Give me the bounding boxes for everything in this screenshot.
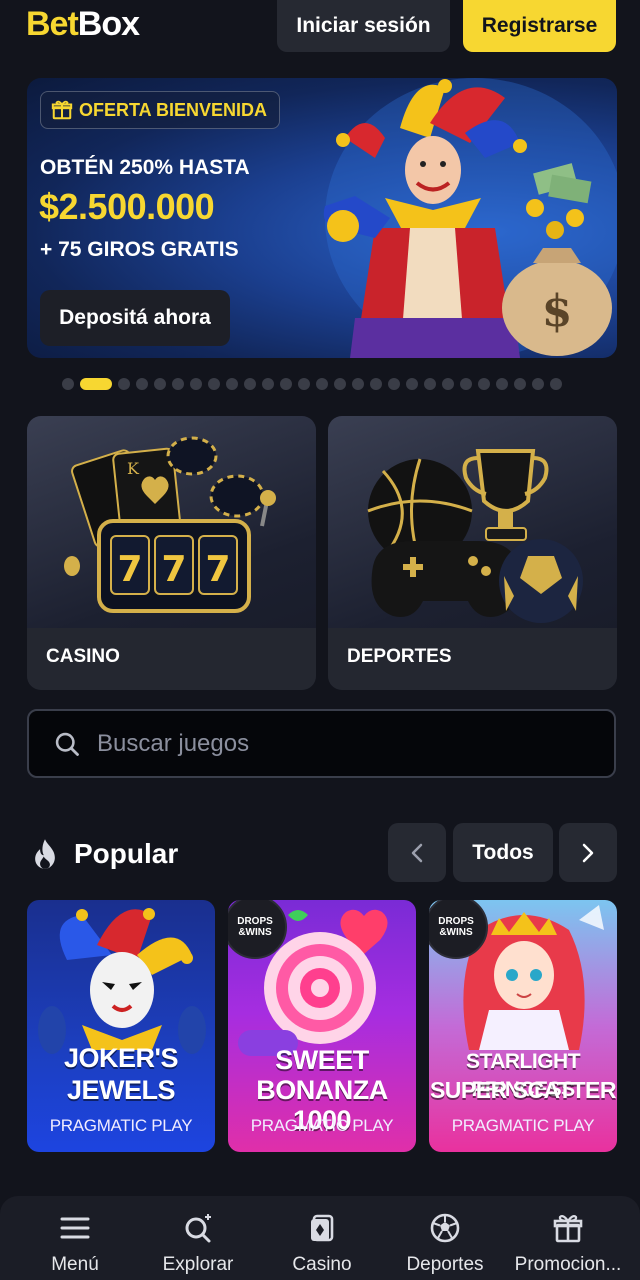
carousel-dot-active[interactable] — [80, 378, 112, 390]
nav-menu-label: Menú — [51, 1254, 99, 1275]
jester-illustration: $ — [323, 78, 617, 358]
game-tile-starlight-princess[interactable]: DROPS &WINS STARLIGHT PRINCESS SUPER SCA… — [429, 900, 617, 1152]
casino-icon — [311, 1214, 334, 1242]
carousel-dot[interactable] — [62, 378, 74, 390]
nav-menu[interactable]: Menú — [37, 1196, 113, 1280]
popular-next-button[interactable] — [559, 823, 617, 882]
drops-badge-line2: &WINS — [238, 927, 272, 938]
carousel-dot[interactable] — [118, 378, 130, 390]
top-header: BetBox Iniciar sesión Registrarse — [0, 0, 640, 52]
carousel-dot[interactable] — [424, 378, 436, 390]
popular-prev-button[interactable] — [388, 823, 446, 882]
carousel-dot[interactable] — [370, 378, 382, 390]
logo-bet: Bet — [26, 5, 79, 43]
offer-badge-label: OFERTA BIENVENIDA — [79, 99, 268, 120]
drops-badge-line1: DROPS — [438, 916, 474, 927]
carousel-dot[interactable] — [298, 378, 310, 390]
offer-amount: $2.500.000 — [39, 186, 215, 227]
carousel-dot[interactable] — [172, 378, 184, 390]
carousel-dot[interactable] — [190, 378, 202, 390]
carousel-dot[interactable] — [532, 378, 544, 390]
carousel-dot[interactable] — [280, 378, 292, 390]
game-title-line1: SWEET — [275, 1045, 369, 1075]
game-tile-sweet-bonanza-1000[interactable]: DROPS &WINS SWEET BONANZA 1000 PRAGMATIC… — [228, 900, 416, 1152]
nav-sports-label: Deportes — [406, 1254, 484, 1275]
carousel-dot[interactable] — [244, 378, 256, 390]
chevron-left-icon — [411, 843, 423, 862]
flame-icon — [35, 839, 55, 869]
sports-illustration — [367, 449, 583, 623]
game-title-line2: JEWELS — [66, 1075, 176, 1105]
search-input[interactable] — [97, 729, 577, 758]
gift-icon — [51, 100, 73, 120]
carousel-dot[interactable] — [388, 378, 400, 390]
nav-casino[interactable]: Casino — [282, 1196, 362, 1280]
offer-headline: OBTÉN 250% HASTA — [40, 156, 250, 179]
deposit-now-button[interactable]: Depositá ahora — [40, 290, 230, 346]
svg-text:K: K — [127, 459, 140, 478]
drops-badge-line2: &WINS — [439, 927, 473, 938]
sports-category-card[interactable]: DEPORTES — [328, 416, 617, 690]
login-button[interactable]: Iniciar sesión — [277, 0, 450, 52]
svg-text:7: 7 — [117, 549, 142, 590]
jokers-jewels-art — [38, 908, 206, 1054]
game-provider: PRAGMATIC PLAY — [451, 1116, 595, 1135]
soccer-ball-icon — [430, 1213, 460, 1243]
game-title-line1: JOKER'S — [64, 1043, 178, 1073]
carousel-dot[interactable] — [514, 378, 526, 390]
gift-icon — [553, 1215, 583, 1243]
game-title-line2: SUPER SCATTER — [429, 1077, 617, 1103]
logo-box: Box — [77, 5, 140, 43]
search-icon — [55, 732, 79, 756]
carousel-dot[interactable] — [154, 378, 166, 390]
carousel-dot[interactable] — [460, 378, 472, 390]
nav-casino-label: Casino — [292, 1254, 352, 1275]
sports-card-label: DEPORTES — [347, 646, 452, 667]
drops-badge-line1: DROPS — [237, 916, 273, 927]
carousel-dot[interactable] — [208, 378, 220, 390]
bottom-navigation: Menú Explorar Casino Deportes Promocion.… — [0, 1196, 640, 1280]
casino-card-label: CASINO — [46, 646, 120, 667]
nav-explore[interactable]: Explorar — [153, 1196, 243, 1280]
betbox-logo[interactable]: BetBox — [26, 2, 140, 46]
svg-text:$: $ — [542, 286, 573, 337]
game-provider: PRAGMATIC PLAY — [250, 1116, 394, 1135]
game-tile-jokers-jewels[interactable]: JOKER'S JEWELS PRAGMATIC PLAY — [27, 900, 215, 1152]
nav-sports[interactable]: Deportes — [400, 1196, 490, 1280]
register-button[interactable]: Registrarse — [463, 0, 616, 52]
nav-promotions[interactable]: Promocion... — [510, 1196, 626, 1280]
explore-icon — [185, 1214, 211, 1243]
welcome-offer-badge: OFERTA BIENVENIDA — [40, 91, 281, 129]
chevron-right-icon — [582, 843, 594, 862]
carousel-dot[interactable] — [352, 378, 364, 390]
svg-text:7: 7 — [205, 549, 230, 590]
search-bar[interactable] — [27, 709, 616, 778]
popular-section-header: Popular — [30, 832, 178, 876]
popular-title: Popular — [74, 838, 179, 869]
offer-free-spins: + 75 GIROS GRATIS — [40, 238, 239, 261]
carousel-dot[interactable] — [496, 378, 508, 390]
carousel-dot[interactable] — [334, 378, 346, 390]
carousel-dot[interactable] — [442, 378, 454, 390]
welcome-offer-banner[interactable]: $ OFERTA BIENVENIDA OBTÉN 250% HASTA $2.… — [27, 78, 617, 358]
carousel-dot[interactable] — [406, 378, 418, 390]
nav-promotions-label: Promocion... — [514, 1254, 622, 1275]
carousel-dot[interactable] — [550, 378, 562, 390]
menu-icon — [60, 1217, 90, 1239]
carousel-dot[interactable] — [478, 378, 490, 390]
game-provider: PRAGMATIC PLAY — [49, 1116, 193, 1135]
carousel-dot[interactable] — [226, 378, 238, 390]
carousel-dot[interactable] — [262, 378, 274, 390]
carousel-dot[interactable] — [136, 378, 148, 390]
carousel-dot[interactable] — [316, 378, 328, 390]
svg-text:7: 7 — [161, 549, 186, 590]
carousel-dots — [62, 377, 562, 391]
slot-machine-illustration: K 7 7 7 — [64, 436, 276, 613]
nav-explore-label: Explorar — [162, 1254, 234, 1275]
casino-category-card[interactable]: K 7 7 7 CASINO — [27, 416, 316, 690]
popular-all-button[interactable]: Todos — [453, 823, 553, 882]
